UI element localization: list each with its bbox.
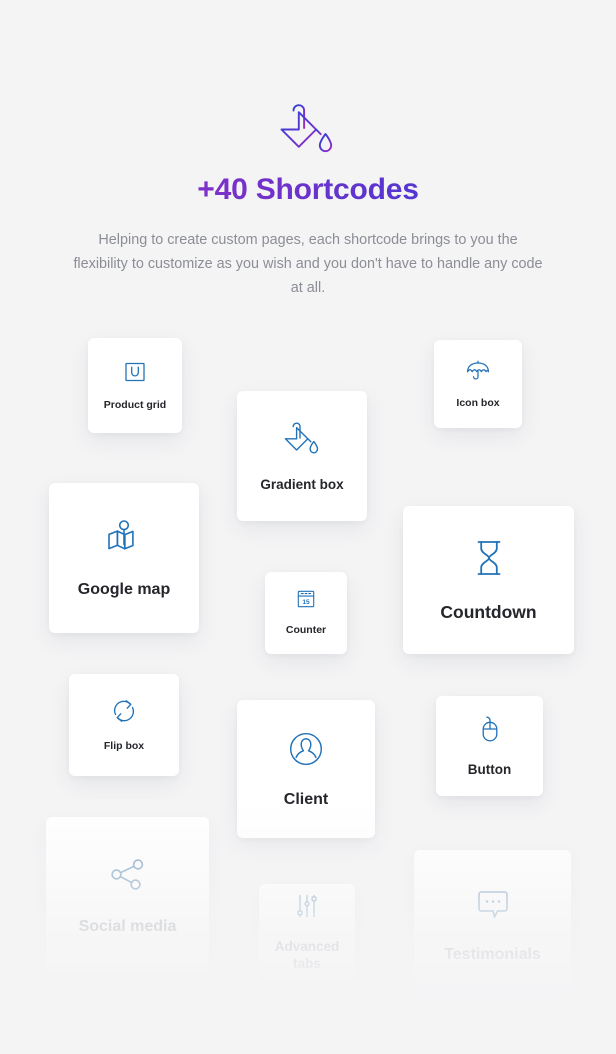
svg-text:15: 15 [302, 599, 310, 606]
card-label: Product grid [103, 398, 167, 411]
hourglass-icon [467, 536, 511, 580]
card-social-media[interactable]: Social media [46, 817, 209, 972]
card-label: Social media [78, 917, 177, 935]
map-pin-icon [102, 516, 146, 560]
card-label: Countdown [440, 602, 537, 623]
person-circle-icon [285, 728, 327, 770]
card-label: Testimonials [444, 946, 541, 963]
card-label: Advanced tabs [274, 939, 340, 971]
card-label: Counter [285, 624, 327, 637]
card-product-grid[interactable]: Product grid [88, 338, 182, 433]
refresh-arrows-icon [109, 696, 139, 726]
speech-bubble-icon [473, 885, 513, 925]
sliders-icon [292, 891, 322, 921]
shortcodes-card-grid: Product grid Icon box Gradient box Googl… [0, 0, 616, 1054]
card-advanced-tabs[interactable]: Advanced tabs [259, 884, 355, 980]
card-label: Google map [77, 581, 171, 598]
share-nodes-icon [106, 853, 150, 897]
card-client[interactable]: Client [237, 700, 375, 838]
card-label: Client [283, 791, 329, 808]
computer-mouse-icon [475, 714, 505, 744]
card-label: Flip box [103, 740, 145, 753]
card-countdown[interactable]: Countdown [403, 506, 574, 654]
card-label: Button [467, 761, 512, 777]
card-testimonials[interactable]: Testimonials [414, 850, 571, 1000]
card-button[interactable]: Button [436, 696, 543, 796]
card-flip-box[interactable]: Flip box [69, 674, 179, 776]
card-label: Icon box [456, 397, 500, 410]
paint-bucket-icon [282, 419, 322, 459]
card-icon-box[interactable]: Icon box [434, 340, 522, 428]
shortcodes-page: +40 Shortcodes Helping to create custom … [0, 0, 616, 1054]
card-gradient-box[interactable]: Gradient box [237, 391, 367, 521]
calendar-15-icon: 15 [295, 588, 317, 610]
shopping-bag-icon [122, 359, 148, 385]
card-label: Gradient box [260, 476, 344, 492]
card-google-map[interactable]: Google map [49, 483, 199, 633]
umbrella-icon [465, 357, 491, 383]
card-counter[interactable]: 15 Counter [265, 572, 347, 654]
